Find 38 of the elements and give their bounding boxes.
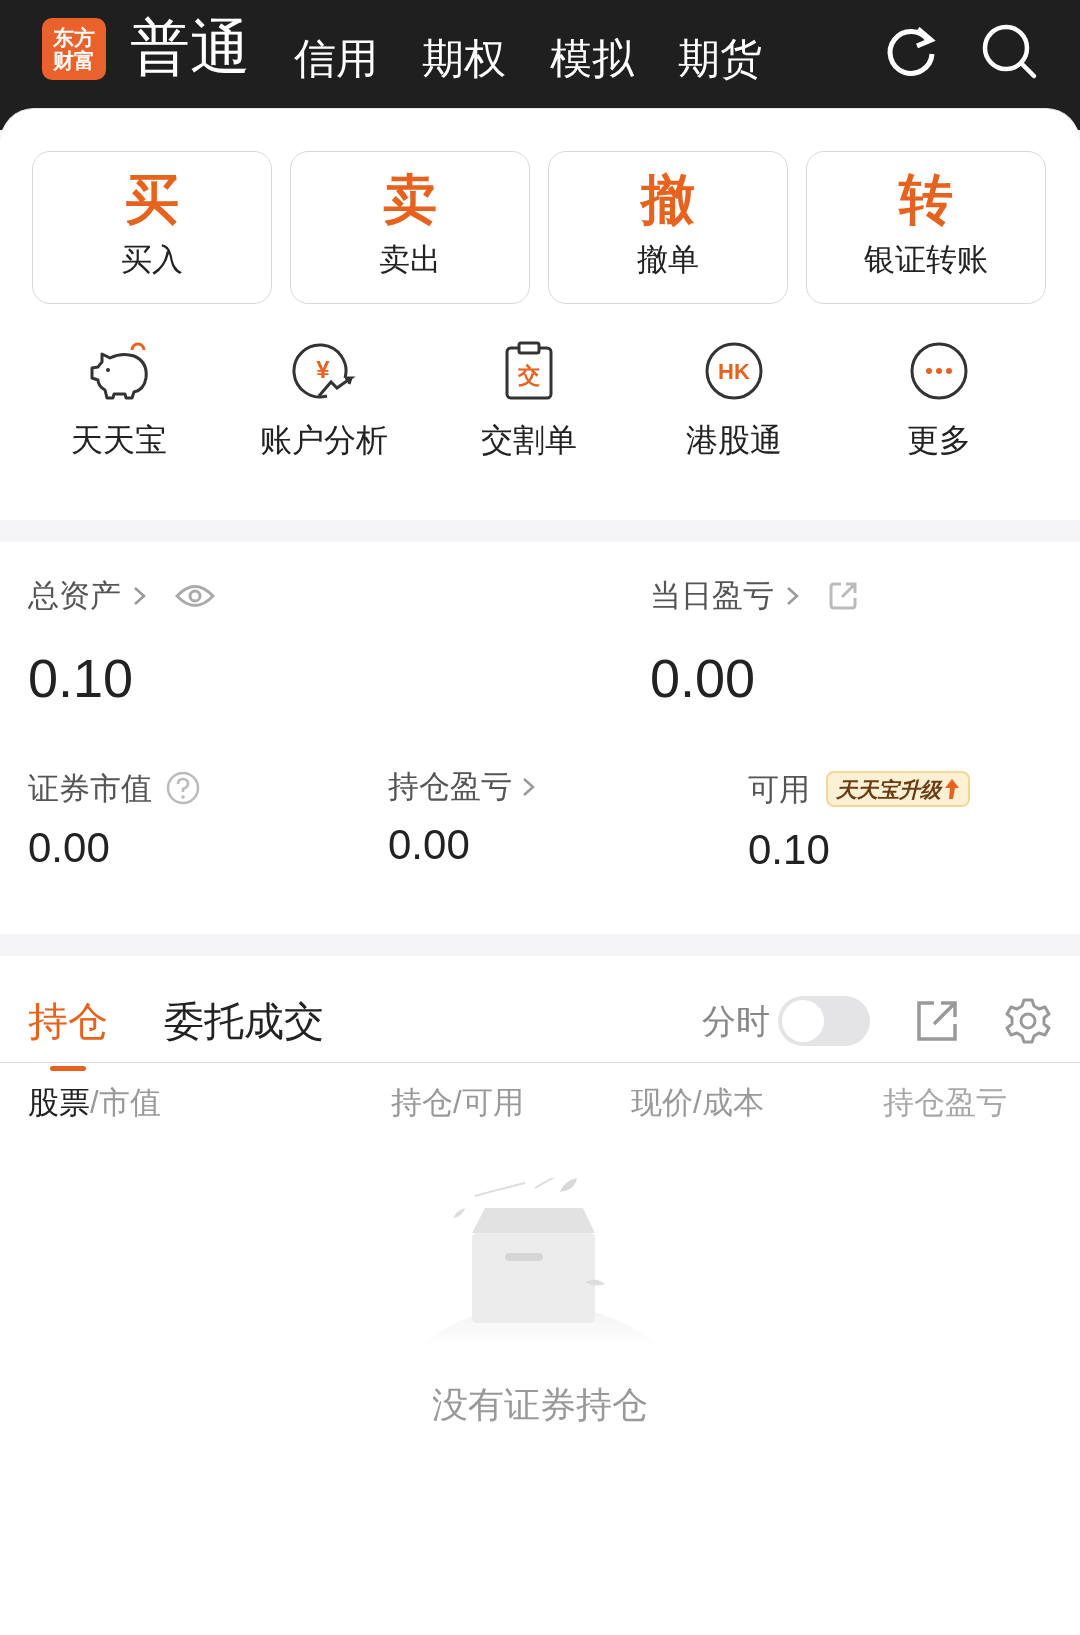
account-tab[interactable]: 期权 (422, 38, 506, 80)
list-tab[interactable]: 委托成交 (164, 1001, 324, 1071)
share-icon[interactable] (916, 1000, 958, 1042)
daily-pnl-label[interactable]: 当日盈亏 (650, 580, 774, 611)
time-share-toggle[interactable] (778, 996, 870, 1046)
shortcut-button[interactable]: ¥ 账户分析 (221, 340, 426, 456)
action-button[interactable]: 卖 卖出 (290, 151, 530, 304)
logo: 东方 财富 (42, 18, 106, 80)
action-button[interactable]: 买 买入 (32, 151, 272, 304)
total-assets-label[interactable]: 总资产 (28, 580, 121, 611)
empty-message: 没有证券持仓 (432, 1383, 648, 1427)
daily-pnl-value: 0.00 (650, 651, 757, 705)
settings-icon[interactable] (1004, 997, 1052, 1045)
search-icon[interactable] (980, 22, 1038, 80)
column-header[interactable]: 股票/市值 (28, 1087, 391, 1118)
available-value: 0.10 (748, 829, 831, 871)
shortcut-button[interactable]: 交 交割单 (426, 340, 631, 456)
shortcut-button[interactable]: 更多 (836, 340, 1041, 456)
market-value-value: 0.00 (28, 827, 111, 869)
account-tab[interactable]: 模拟 (550, 38, 634, 80)
arrow-up-icon (944, 778, 960, 800)
position-pnl-value: 0.00 (388, 824, 471, 866)
account-tab[interactable]: 普通 (130, 18, 250, 78)
available-label: 可用 (748, 773, 810, 805)
total-assets-value: 0.10 (28, 651, 135, 705)
action-button[interactable]: 撤 撤单 (548, 151, 788, 304)
action-button[interactable]: 转 银证转账 (806, 151, 1046, 304)
share-icon[interactable] (828, 580, 858, 611)
market-value-label: 证券市值 (28, 772, 152, 804)
shortcut-button[interactable]: HK 港股通 (631, 340, 836, 456)
account-tab[interactable]: 期货 (678, 38, 762, 80)
upgrade-tag[interactable]: 天天宝升级 (826, 771, 970, 807)
help-icon[interactable] (166, 771, 200, 805)
shortcut-button[interactable]: 天天宝 (16, 340, 221, 456)
position-pnl-label[interactable]: 持仓盈亏 (388, 771, 512, 802)
time-share-label: 分时 (702, 1004, 770, 1038)
account-tab[interactable]: 信用 (294, 38, 378, 80)
eye-icon[interactable] (175, 582, 215, 609)
